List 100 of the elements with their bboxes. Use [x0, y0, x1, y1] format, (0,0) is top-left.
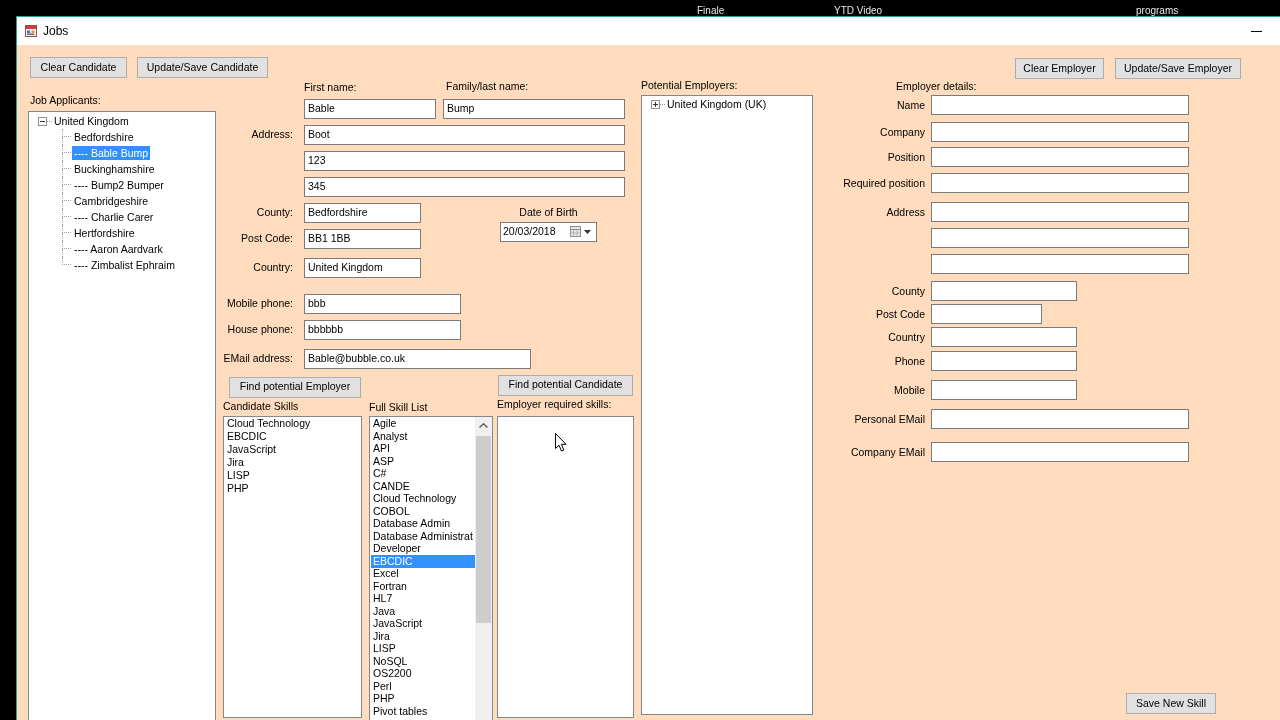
text-field[interactable]: [931, 351, 1077, 371]
last-name-field[interactable]: Bump: [443, 98, 625, 119]
text-field[interactable]: [931, 281, 1077, 301]
list-item[interactable]: CANDE: [371, 480, 475, 493]
list-item[interactable]: Perl: [371, 680, 475, 693]
tree-item[interactable]: ---- Charlie Carer: [72, 210, 156, 224]
list-item[interactable]: Database Admin: [371, 517, 475, 531]
employers-tree[interactable]: United Kingdom (UK): [641, 95, 813, 715]
list-item[interactable]: Jira: [371, 630, 475, 643]
list-item[interactable]: C#: [371, 467, 475, 481]
field-label: Company: [880, 125, 925, 139]
text-field[interactable]: [931, 304, 1042, 324]
tree-item[interactable]: ---- Aaron Aardvark: [72, 242, 165, 256]
email-field[interactable]: Bable@bubble.co.uk: [304, 348, 531, 369]
desktop-icon-label: Finale: [697, 5, 725, 16]
scrollbar-track[interactable]: [475, 416, 492, 720]
address-field[interactable]: 123: [304, 150, 625, 171]
list-item[interactable]: PHP: [371, 692, 475, 706]
field-label: Post Code:: [241, 232, 293, 246]
tree-item[interactable]: ---- Zimbalist Ephraim: [72, 258, 177, 272]
mobile-phone-field[interactable]: bbb: [304, 293, 461, 314]
list-item[interactable]: Agile: [371, 417, 475, 431]
scrollbar-thumb[interactable]: [476, 435, 491, 623]
field-label: Personal EMail: [854, 412, 925, 426]
text-field[interactable]: [931, 254, 1189, 274]
text-field[interactable]: [931, 202, 1189, 222]
applicants-tree[interactable]: United Kingdom Bedfordshire ---- Bable Bump Buckinghamshire ---- Bump2 Bumper Cambridgeshire ---- Charlie Carer Hertfordshire ---- Aaron Aardvark ---- Zimbalist Ephraim: [28, 111, 216, 720]
list-item[interactable]: Developer: [371, 542, 475, 556]
text-field[interactable]: [931, 409, 1189, 429]
expand-icon[interactable]: [651, 99, 660, 109]
clear-candidate-button[interactable]: Clear Candidate: [30, 57, 127, 78]
list-item[interactable]: Database Administrat: [371, 530, 475, 543]
field-label: Employer details:: [896, 80, 977, 93]
list-item[interactable]: PHP: [225, 482, 360, 496]
field-label: Potential Employers:: [641, 79, 738, 92]
save-candidate-button[interactable]: Update/Save Candidate: [137, 57, 268, 78]
field-label: Address: [886, 205, 925, 219]
list-item[interactable]: EBCDIC: [225, 430, 360, 444]
text-field[interactable]: [931, 95, 1189, 115]
text-field[interactable]: [931, 122, 1189, 142]
county-field[interactable]: Bedfordshire: [304, 202, 421, 223]
tree-item[interactable]: Cambridgeshire: [72, 194, 151, 208]
tree-item[interactable]: Buckinghamshire: [72, 162, 157, 176]
text-field[interactable]: [931, 380, 1077, 400]
find-candidate-button[interactable]: Find potential Candidate: [498, 374, 633, 396]
save-skill-button[interactable]: Save New Skill: [1126, 693, 1216, 714]
tree-item[interactable]: Bedfordshire: [72, 130, 136, 144]
text-field[interactable]: [931, 228, 1189, 248]
list-item[interactable]: LISP: [225, 469, 360, 483]
list-item[interactable]: Pivot tables: [371, 705, 475, 718]
country-field[interactable]: United Kingdom: [304, 257, 421, 278]
list-item[interactable]: ASP: [371, 455, 475, 468]
tree-item[interactable]: United Kingdom: [52, 114, 131, 128]
list-item[interactable]: Java: [371, 605, 475, 618]
field-label: Post Code: [875, 307, 925, 321]
field-label: Position: [887, 150, 925, 164]
list-item[interactable]: HL7: [371, 592, 475, 606]
desktop-icon-label: programs: [1136, 5, 1179, 16]
list-item[interactable]: Cloud Technology: [225, 417, 360, 431]
text-field[interactable]: [931, 327, 1077, 347]
tree-item[interactable]: Hertfordshire: [72, 226, 137, 240]
list-item[interactable]: JavaScript: [371, 617, 475, 631]
collapse-icon[interactable]: [38, 116, 47, 126]
list-item[interactable]: NoSQL: [371, 655, 475, 668]
text-field[interactable]: [931, 442, 1189, 462]
list-item[interactable]: Analyst: [371, 430, 475, 443]
employer-skills-list[interactable]: [497, 415, 634, 718]
house-phone-field[interactable]: bbbbbb: [304, 319, 461, 340]
list-item[interactable]: Jira: [225, 456, 360, 470]
caret-down-icon[interactable]: [584, 229, 591, 234]
chevron-up-icon[interactable]: [479, 422, 488, 428]
text-field[interactable]: [931, 147, 1189, 167]
clear-employer-button[interactable]: Clear Employer: [1015, 58, 1104, 79]
find-employer-button[interactable]: Find potential Employer: [229, 376, 361, 398]
tree-item[interactable]: ---- Bump2 Bumper: [72, 178, 166, 192]
list-item[interactable]: COBOL: [371, 505, 475, 518]
field-label: Phone: [894, 354, 925, 368]
list-item[interactable]: Excel: [371, 567, 475, 581]
date-picker[interactable]: 20/03/2018: [500, 221, 597, 242]
candidate-skills-list[interactable]: Cloud Technology EBCDIC JavaScript Jira LISP PHP: [223, 415, 362, 718]
list-item[interactable]: OS2200: [371, 667, 475, 681]
field-label: Company EMail: [850, 445, 925, 459]
text-field[interactable]: [931, 173, 1189, 193]
tree-item[interactable]: United Kingdom (UK): [665, 97, 769, 111]
field-label: Job Applicants:: [30, 94, 101, 107]
first-name-field[interactable]: Bable: [304, 98, 436, 119]
post-code-field[interactable]: BB1 1BB: [304, 228, 421, 249]
list-item[interactable]: JavaScript: [225, 443, 360, 457]
address-field[interactable]: 345: [304, 176, 625, 197]
field-label: Name: [897, 98, 925, 112]
minimize-icon[interactable]: [1251, 30, 1262, 32]
full-skill-list[interactable]: Agile Analyst API ASP C# CANDE Cloud Technology COBOL Database Admin Database Administrat Developer EBCDIC Excel Fortran HL7 Java JavaScript Jira LISP NoSQL OS2200 Perl PHP Pivot tables: [369, 415, 493, 720]
address-field[interactable]: Boot: [304, 124, 625, 145]
field-label: County: [891, 284, 925, 298]
list-item[interactable]: API: [371, 442, 475, 456]
save-employer-button[interactable]: Update/Save Employer: [1115, 58, 1241, 79]
list-item[interactable]: Fortran: [371, 580, 475, 593]
field-label: Family/last name:: [446, 80, 529, 94]
list-item[interactable]: LISP: [371, 642, 475, 656]
list-item[interactable]: Cloud Technology: [371, 492, 475, 506]
